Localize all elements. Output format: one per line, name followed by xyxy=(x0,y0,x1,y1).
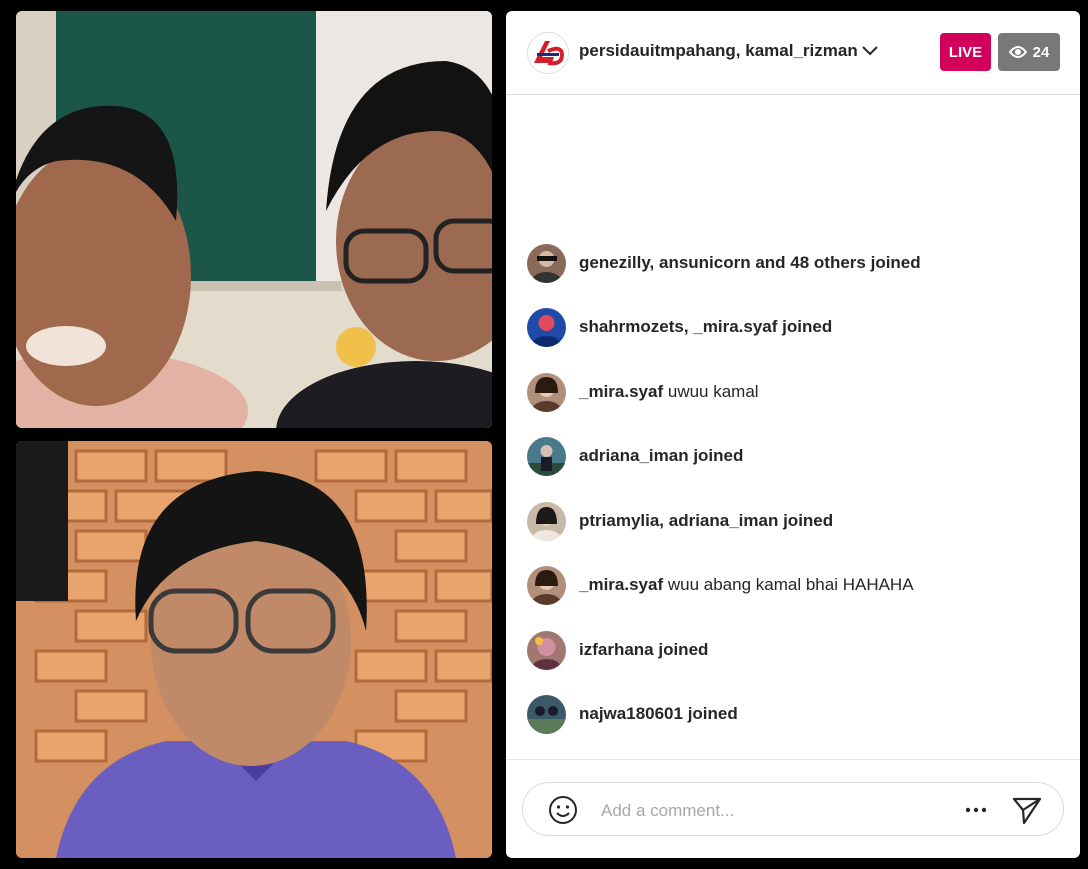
comment-item: najwa180601 joined xyxy=(527,694,738,734)
comment-text: _mira.syaf uwuu kamal xyxy=(579,382,759,402)
comment-username[interactable]: _mira.syaf xyxy=(579,575,663,594)
comment-body: uwuu kamal xyxy=(667,382,759,401)
comment-item: ptriamylia, adriana_iman joined xyxy=(527,501,833,541)
comment-text: genezilly, ansunicorn and 48 others join… xyxy=(579,253,921,273)
avatar[interactable] xyxy=(527,694,566,734)
comment-text: adriana_iman joined xyxy=(579,446,743,466)
eye-icon xyxy=(1008,46,1027,58)
more-icon[interactable] xyxy=(963,798,989,822)
send-icon[interactable] xyxy=(1011,794,1043,826)
comment-body: wuu abang kamal bhai HAHAHA xyxy=(667,575,914,594)
live-badge: LIVE xyxy=(940,33,991,71)
comment-text: ptriamylia, adriana_iman joined xyxy=(579,511,833,531)
comment-username[interactable]: shahrmozets, _mira.syaf joined xyxy=(579,317,832,336)
live-chat-panel: persidauitmpahang, kamal_rizman LIVE 24 … xyxy=(506,11,1080,858)
avatar[interactable] xyxy=(527,630,566,670)
comment-username[interactable]: ptriamylia, adriana_iman joined xyxy=(579,511,833,530)
viewer-count-badge: 24 xyxy=(998,33,1060,71)
video-feed-host xyxy=(16,11,492,428)
avatar[interactable] xyxy=(527,565,566,605)
comment-box xyxy=(522,782,1064,836)
comment-item: izfarhana joined xyxy=(527,630,708,670)
comment-item: genezilly, ansunicorn and 48 others join… xyxy=(527,243,921,283)
comment-username[interactable]: izfarhana joined xyxy=(579,640,708,659)
comment-text: najwa180601 joined xyxy=(579,704,738,724)
comment-input[interactable] xyxy=(599,797,933,825)
comment-text: izfarhana joined xyxy=(579,640,708,660)
host-avatar[interactable] xyxy=(527,32,569,74)
host-names[interactable]: persidauitmpahang, kamal_rizman xyxy=(579,41,858,61)
comment-item: shahrmozets, _mira.syaf joined xyxy=(527,307,832,347)
comment-username[interactable]: adriana_iman joined xyxy=(579,446,743,465)
avatar[interactable] xyxy=(527,372,566,412)
comment-item: _mira.syaf uwuu kamal xyxy=(527,372,759,412)
comment-text: _mira.syaf wuu abang kamal bhai HAHAHA xyxy=(579,575,914,595)
comment-username[interactable]: genezilly, ansunicorn and 48 others join… xyxy=(579,253,921,272)
video-feed-guest xyxy=(16,441,492,858)
comment-footer xyxy=(506,759,1080,858)
comment-username[interactable]: _mira.syaf xyxy=(579,382,663,401)
emoji-icon[interactable] xyxy=(547,794,579,826)
avatar[interactable] xyxy=(527,307,566,347)
avatar[interactable] xyxy=(527,243,566,283)
avatar[interactable] xyxy=(527,436,566,476)
comment-item: adriana_iman joined xyxy=(527,436,743,476)
comment-text: shahrmozets, _mira.syaf joined xyxy=(579,317,832,337)
live-header: persidauitmpahang, kamal_rizman LIVE 24 xyxy=(506,11,1080,95)
chevron-down-icon[interactable] xyxy=(861,41,879,59)
comment-username[interactable]: najwa180601 joined xyxy=(579,704,738,723)
avatar[interactable] xyxy=(527,501,566,541)
comment-item: _mira.syaf wuu abang kamal bhai HAHAHA xyxy=(527,565,914,605)
viewer-count: 24 xyxy=(1032,43,1050,61)
